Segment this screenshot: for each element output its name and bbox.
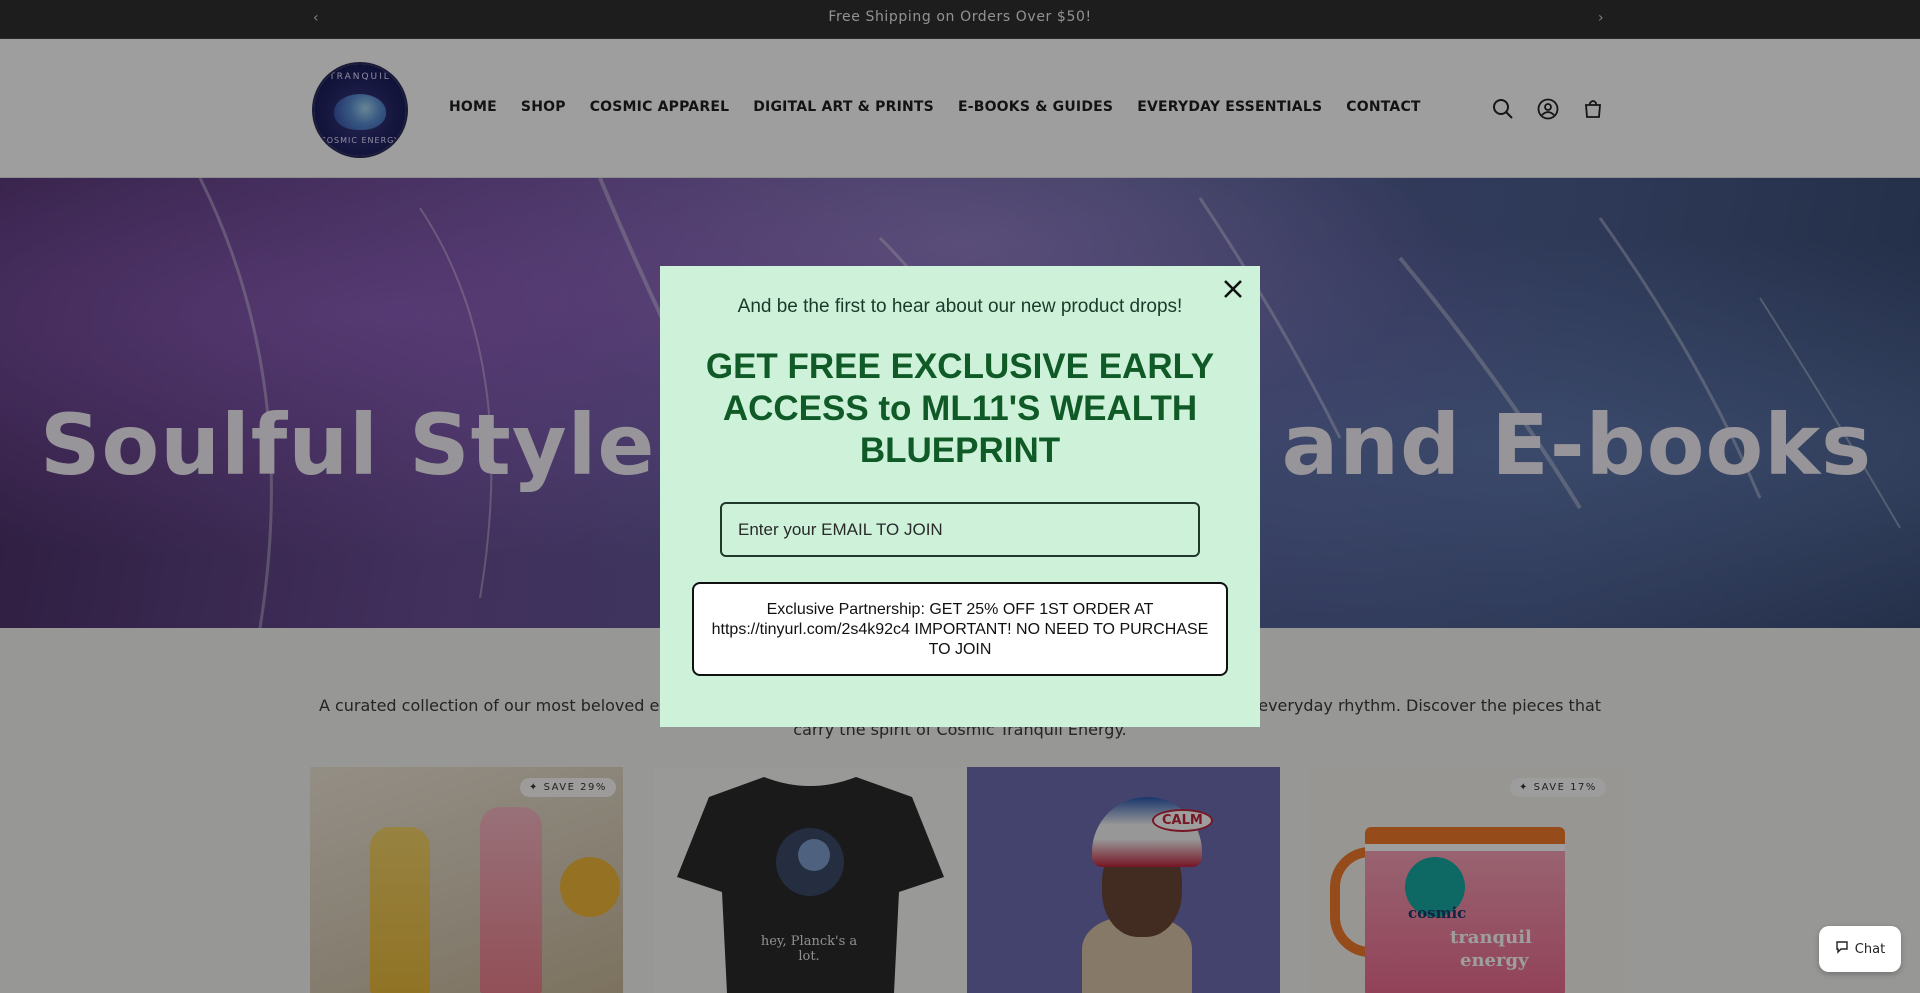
chat-button[interactable]: Chat xyxy=(1819,926,1901,972)
chat-bubble-icon xyxy=(1835,940,1849,958)
chat-label: Chat xyxy=(1854,941,1886,957)
popup-subtitle: And be the first to hear about our new p… xyxy=(737,296,1183,317)
join-button[interactable]: Exclusive Partnership: GET 25% OFF 1ST O… xyxy=(692,582,1228,676)
popup-headline: GET FREE EXCLUSIVE EARLY ACCESS to ML11'… xyxy=(705,347,1215,470)
newsletter-popup: And be the first to hear about our new p… xyxy=(660,266,1260,727)
email-field[interactable] xyxy=(720,502,1200,557)
